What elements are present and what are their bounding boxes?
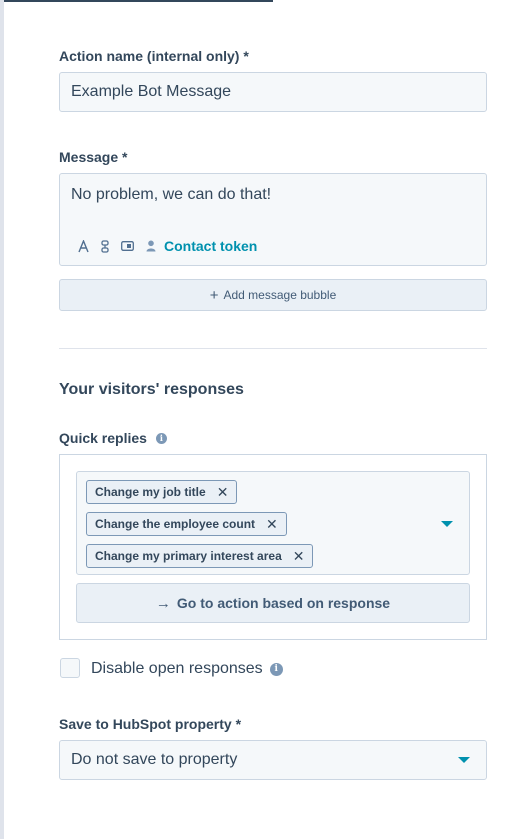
panel-left-border: [0, 0, 4, 839]
quick-reply-tag-label: Change the employee count: [95, 517, 256, 531]
disable-open-responses-label-row: Disable open responses i: [91, 660, 283, 678]
responses-heading: Your visitors' responses: [59, 381, 244, 398]
section-divider: [59, 348, 487, 349]
plus-icon: +: [209, 286, 219, 304]
video-icon[interactable]: [121, 241, 134, 251]
message-toolbar: Contact token: [78, 238, 257, 254]
save-property-value: Do not save to property: [71, 751, 238, 768]
remove-tag-icon[interactable]: ✕: [217, 484, 229, 501]
dropdown-caret-icon: [458, 757, 470, 763]
contact-token-label: Contact token: [164, 238, 258, 254]
save-property-label: Save to HubSpot property *: [59, 716, 242, 732]
go-to-action-button[interactable]: → Go to action based on response: [76, 583, 470, 623]
person-icon: [146, 240, 156, 252]
action-name-value: Example Bot Message: [71, 83, 232, 100]
quick-replies-label-row: Quick replies i: [59, 430, 167, 446]
save-property-select[interactable]: Do not save to property: [59, 740, 487, 780]
arrow-right-icon: →: [155, 594, 171, 612]
remove-tag-icon[interactable]: ✕: [293, 548, 305, 565]
message-editor[interactable]: No problem, we can do that! Contact toke…: [59, 173, 487, 266]
snippet-icon[interactable]: [101, 239, 109, 253]
info-icon[interactable]: i: [269, 662, 283, 676]
remove-tag-icon[interactable]: ✕: [266, 516, 278, 533]
dropdown-caret-icon[interactable]: [441, 521, 453, 527]
disable-open-responses-label: Disable open responses: [91, 660, 263, 677]
disable-open-responses-checkbox[interactable]: [60, 658, 80, 678]
message-text: No problem, we can do that!: [71, 186, 272, 203]
contact-token-button[interactable]: Contact token: [146, 238, 257, 254]
quick-reply-tag: Change my job title ✕: [86, 480, 238, 504]
quick-reply-tag: Change my primary interest area ✕: [86, 544, 314, 568]
action-name-label: Action name (internal only) *: [59, 48, 249, 64]
action-name-input[interactable]: Example Bot Message: [59, 72, 487, 112]
info-icon[interactable]: i: [155, 432, 167, 444]
quick-reply-tag-label: Change my primary interest area: [95, 549, 282, 563]
add-message-bubble-label: Add message bubble: [223, 288, 337, 302]
quick-reply-tag: Change the employee count ✕: [86, 512, 287, 536]
quick-replies-panel: Change my job title ✕ Change the employe…: [59, 454, 487, 640]
top-tab-edge: [4, 0, 273, 2]
add-message-bubble-button[interactable]: + Add message bubble: [59, 279, 487, 311]
go-to-action-label: Go to action based on response: [176, 595, 391, 611]
text-format-icon[interactable]: [78, 239, 89, 253]
quick-reply-tag-label: Change my job title: [95, 485, 206, 499]
quick-replies-label: Quick replies: [59, 430, 147, 446]
quick-replies-select[interactable]: Change my job title ✕ Change the employe…: [76, 471, 470, 575]
message-label: Message *: [59, 149, 128, 165]
